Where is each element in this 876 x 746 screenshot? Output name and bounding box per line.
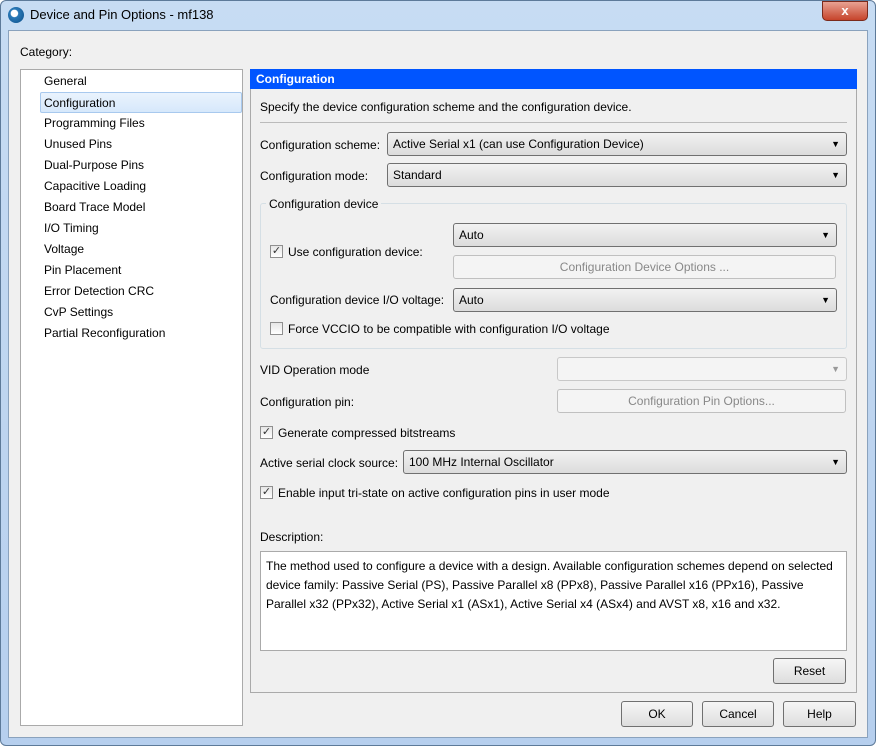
compress-checkbox[interactable]: ✓ [260, 426, 273, 439]
description-label: Description: [260, 530, 324, 544]
use-device-checkbox[interactable]: ✓ [270, 245, 283, 258]
category-item-cvp-settings[interactable]: CvP Settings [41, 302, 243, 323]
category-item-error-detection-crc[interactable]: Error Detection CRC [41, 281, 243, 302]
force-vccio-checkbox[interactable] [270, 322, 283, 335]
scheme-select[interactable]: Active Serial x1 (can use Configuration … [387, 132, 847, 156]
group-title: Configuration device [266, 197, 382, 211]
compress-label: Generate compressed bitstreams [278, 426, 456, 440]
separator [260, 122, 847, 123]
pin-label: Configuration pin: [260, 395, 355, 409]
mode-value: Standard [393, 168, 442, 182]
clock-value: 100 MHz Internal Oscillator [409, 455, 554, 469]
category-item-voltage[interactable]: Voltage [41, 239, 243, 260]
clock-label: Active serial clock source: [260, 456, 399, 470]
chevron-down-icon: ▼ [831, 457, 840, 467]
description-box[interactable]: The method used to configure a device wi… [260, 551, 847, 651]
help-button[interactable]: Help [783, 701, 856, 727]
device-select[interactable]: Auto ▼ [453, 223, 837, 247]
pin-options-button[interactable]: Configuration Pin Options... [557, 389, 846, 413]
panel-header: Configuration [250, 69, 857, 89]
tristate-checkbox[interactable]: ✓ [260, 486, 273, 499]
category-item-i-o-timing[interactable]: I/O Timing [41, 218, 243, 239]
chevron-down-icon: ▼ [821, 230, 830, 240]
category-label: Category: [20, 45, 73, 59]
category-item-partial-reconfiguration[interactable]: Partial Reconfiguration [41, 323, 243, 344]
intro-text: Specify the device configuration scheme … [260, 100, 632, 114]
force-vccio-label: Force VCCIO to be compatible with config… [288, 322, 610, 336]
io-voltage-value: Auto [459, 293, 484, 307]
cancel-button[interactable]: Cancel [702, 701, 774, 727]
device-value: Auto [459, 228, 484, 242]
close-button[interactable]: x [822, 1, 868, 21]
mode-label: Configuration mode: [260, 169, 369, 183]
chevron-down-icon: ▼ [821, 295, 830, 305]
io-voltage-select[interactable]: Auto ▼ [453, 288, 837, 312]
vid-select[interactable]: ▼ [557, 357, 847, 381]
category-item-programming-files[interactable]: Programming Files [41, 113, 243, 134]
category-item-board-trace-model[interactable]: Board Trace Model [41, 197, 243, 218]
clock-select[interactable]: 100 MHz Internal Oscillator ▼ [403, 450, 847, 474]
ok-button[interactable]: OK [621, 701, 693, 727]
use-device-label: Use configuration device: [288, 245, 423, 259]
category-item-unused-pins[interactable]: Unused Pins [41, 134, 243, 155]
category-item-configuration[interactable]: Configuration [40, 92, 242, 113]
chevron-down-icon: ▼ [831, 170, 840, 180]
category-list: General Configuration Programming Files Unu… [20, 69, 243, 726]
category-item-pin-placement[interactable]: Pin Placement [41, 260, 243, 281]
tristate-label: Enable input tri-state on active configu… [278, 486, 610, 500]
mode-select[interactable]: Standard ▼ [387, 163, 847, 187]
category-item-capacitive-loading[interactable]: Capacitive Loading [41, 176, 243, 197]
vid-label: VID Operation mode [260, 363, 370, 377]
scheme-label: Configuration scheme: [260, 138, 381, 152]
chevron-down-icon: ▼ [831, 364, 840, 374]
window-title: Device and Pin Options - mf138 [30, 7, 214, 22]
category-item-general[interactable]: General [41, 71, 243, 92]
device-options-button[interactable]: Configuration Device Options ... [453, 255, 836, 279]
scheme-value: Active Serial x1 (can use Configuration … [393, 137, 644, 151]
category-item-dual-purpose-pins[interactable]: Dual-Purpose Pins [41, 155, 243, 176]
io-voltage-label: Configuration device I/O voltage: [270, 293, 445, 307]
chevron-down-icon: ▼ [831, 139, 840, 149]
app-icon [8, 7, 24, 23]
reset-button[interactable]: Reset [773, 658, 846, 684]
